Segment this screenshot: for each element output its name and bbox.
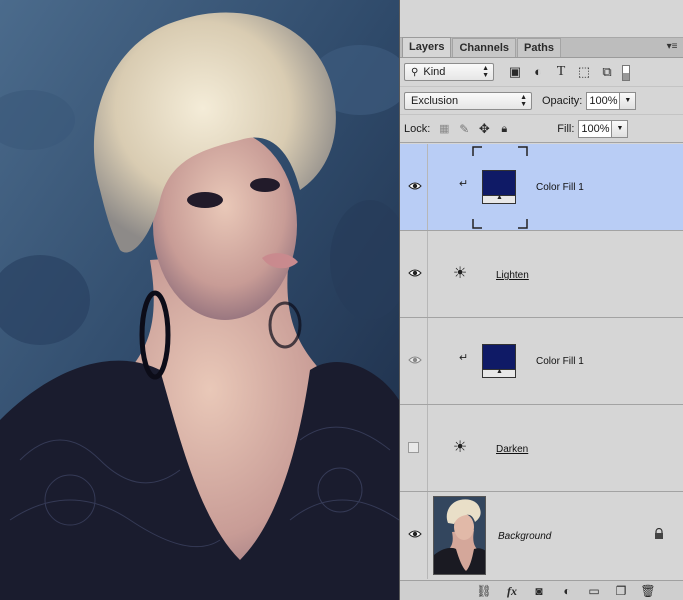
lock-all-icon[interactable]: 🔒︎: [495, 120, 513, 138]
layer-row-darken[interactable]: ☀ Darken: [400, 405, 683, 492]
lock-image-icon[interactable]: ✎: [455, 120, 473, 138]
type-filter-icon[interactable]: T: [552, 63, 570, 81]
new-adjustment-icon[interactable]: ◐: [559, 583, 575, 599]
add-mask-icon[interactable]: ◙: [531, 583, 547, 599]
smart-object-filter-icon[interactable]: ⧉: [598, 63, 616, 81]
layer-row-lighten[interactable]: ☀ Lighten: [400, 231, 683, 318]
filter-toggle-icon[interactable]: [621, 63, 631, 81]
new-group-icon[interactable]: ▭: [586, 583, 602, 599]
fx-icon[interactable]: fx: [504, 583, 520, 599]
clipping-arrow-icon: ↵: [459, 178, 469, 190]
tab-layers[interactable]: Layers: [402, 37, 452, 57]
blend-mode-select[interactable]: Exclusion ▲ ▼: [404, 91, 532, 110]
layer-name[interactable]: Color Fill 1: [536, 356, 584, 367]
visibility-off-box[interactable]: [408, 442, 419, 453]
layer-name[interactable]: Lighten: [496, 270, 529, 281]
blend-mode-value: Exclusion: [411, 94, 459, 107]
layer-name[interactable]: Color Fill 1: [536, 182, 584, 193]
color-fill-thumbnail[interactable]: [482, 170, 516, 204]
eye-icon[interactable]: [408, 355, 422, 365]
layer-name[interactable]: Background: [498, 531, 551, 542]
lock-position-icon[interactable]: ✥: [475, 120, 493, 138]
panel-tab-bar: Layers Channels Paths ▾≡: [400, 37, 683, 58]
fill-input[interactable]: 100%: [578, 119, 613, 138]
layer-filter-row: ⚲ Kind ▲ ▼ ▣ ◐ T ⬚ ⧉: [400, 58, 683, 87]
panel-menu-icon[interactable]: ▾≡: [665, 41, 679, 53]
select-arrows-icon: ▲ ▼: [482, 65, 489, 79]
eye-icon[interactable]: [408, 268, 422, 278]
fill-dropdown-button[interactable]: ▼: [612, 119, 629, 138]
lock-transparent-icon[interactable]: ▦: [435, 120, 453, 138]
layers-panel-footer: ⛓ fx ◙ ◐ ▭ ❐ 🗑︎: [400, 580, 683, 600]
filter-kind-select[interactable]: ⚲ Kind ▲ ▼: [404, 63, 494, 81]
layer-row-color-fill-1[interactable]: ↵ Color Fill 1: [400, 144, 683, 231]
clipping-arrow-icon: ↵: [459, 352, 469, 364]
shape-filter-icon[interactable]: ⬚: [575, 63, 593, 81]
brightness-adjustment-icon[interactable]: ☀: [450, 438, 470, 458]
opacity-dropdown-button[interactable]: ▼: [620, 91, 637, 110]
opacity-label: Opacity:: [542, 94, 583, 107]
eye-icon[interactable]: [408, 181, 422, 191]
select-arrows-icon: ▲ ▼: [520, 93, 527, 108]
filter-kind-label: Kind: [423, 66, 446, 78]
opacity-input[interactable]: 100%: [586, 91, 621, 110]
lock-label: Lock:: [404, 122, 431, 135]
lock-row: Lock: ▦ ✎ ✥ 🔒︎ Fill: 100% ▼: [400, 115, 683, 143]
fill-label: Fill:: [557, 122, 575, 135]
layer-row-color-fill-1-b[interactable]: ↵ Color Fill 1: [400, 318, 683, 405]
search-icon: ⚲: [411, 67, 419, 78]
layer-name[interactable]: Darken: [496, 444, 528, 455]
layers-panel: Layers Channels Paths ▾≡ ⚲ Kind ▲ ▼ ▣ ◐ T…: [400, 0, 683, 600]
tab-paths[interactable]: Paths: [517, 38, 561, 57]
panel-dock-gap: [400, 0, 683, 38]
new-layer-icon[interactable]: ❐: [613, 583, 629, 599]
background-thumbnail-image: [434, 497, 485, 574]
background-thumbnail[interactable]: [433, 496, 486, 575]
brightness-adjustment-icon[interactable]: ☀: [450, 264, 470, 284]
layer-list: ↵ Color Fill 1 ☀ Lighten: [400, 144, 683, 579]
color-fill-thumbnail[interactable]: [482, 344, 516, 378]
blend-mode-row: Exclusion ▲ ▼ Opacity: 100% ▼: [400, 87, 683, 115]
adjustment-filter-icon[interactable]: ◐: [529, 63, 547, 81]
eye-icon[interactable]: [408, 529, 422, 539]
delete-layer-icon[interactable]: 🗑︎: [640, 583, 656, 599]
image-filter-icon[interactable]: ▣: [506, 63, 524, 81]
document-canvas[interactable]: [0, 0, 399, 600]
tab-channels[interactable]: Channels: [452, 38, 516, 57]
layer-row-background[interactable]: Background: [400, 492, 683, 579]
portrait-photo: [0, 0, 399, 600]
lock-icon: [655, 528, 663, 539]
link-layers-icon[interactable]: ⛓: [476, 583, 492, 599]
